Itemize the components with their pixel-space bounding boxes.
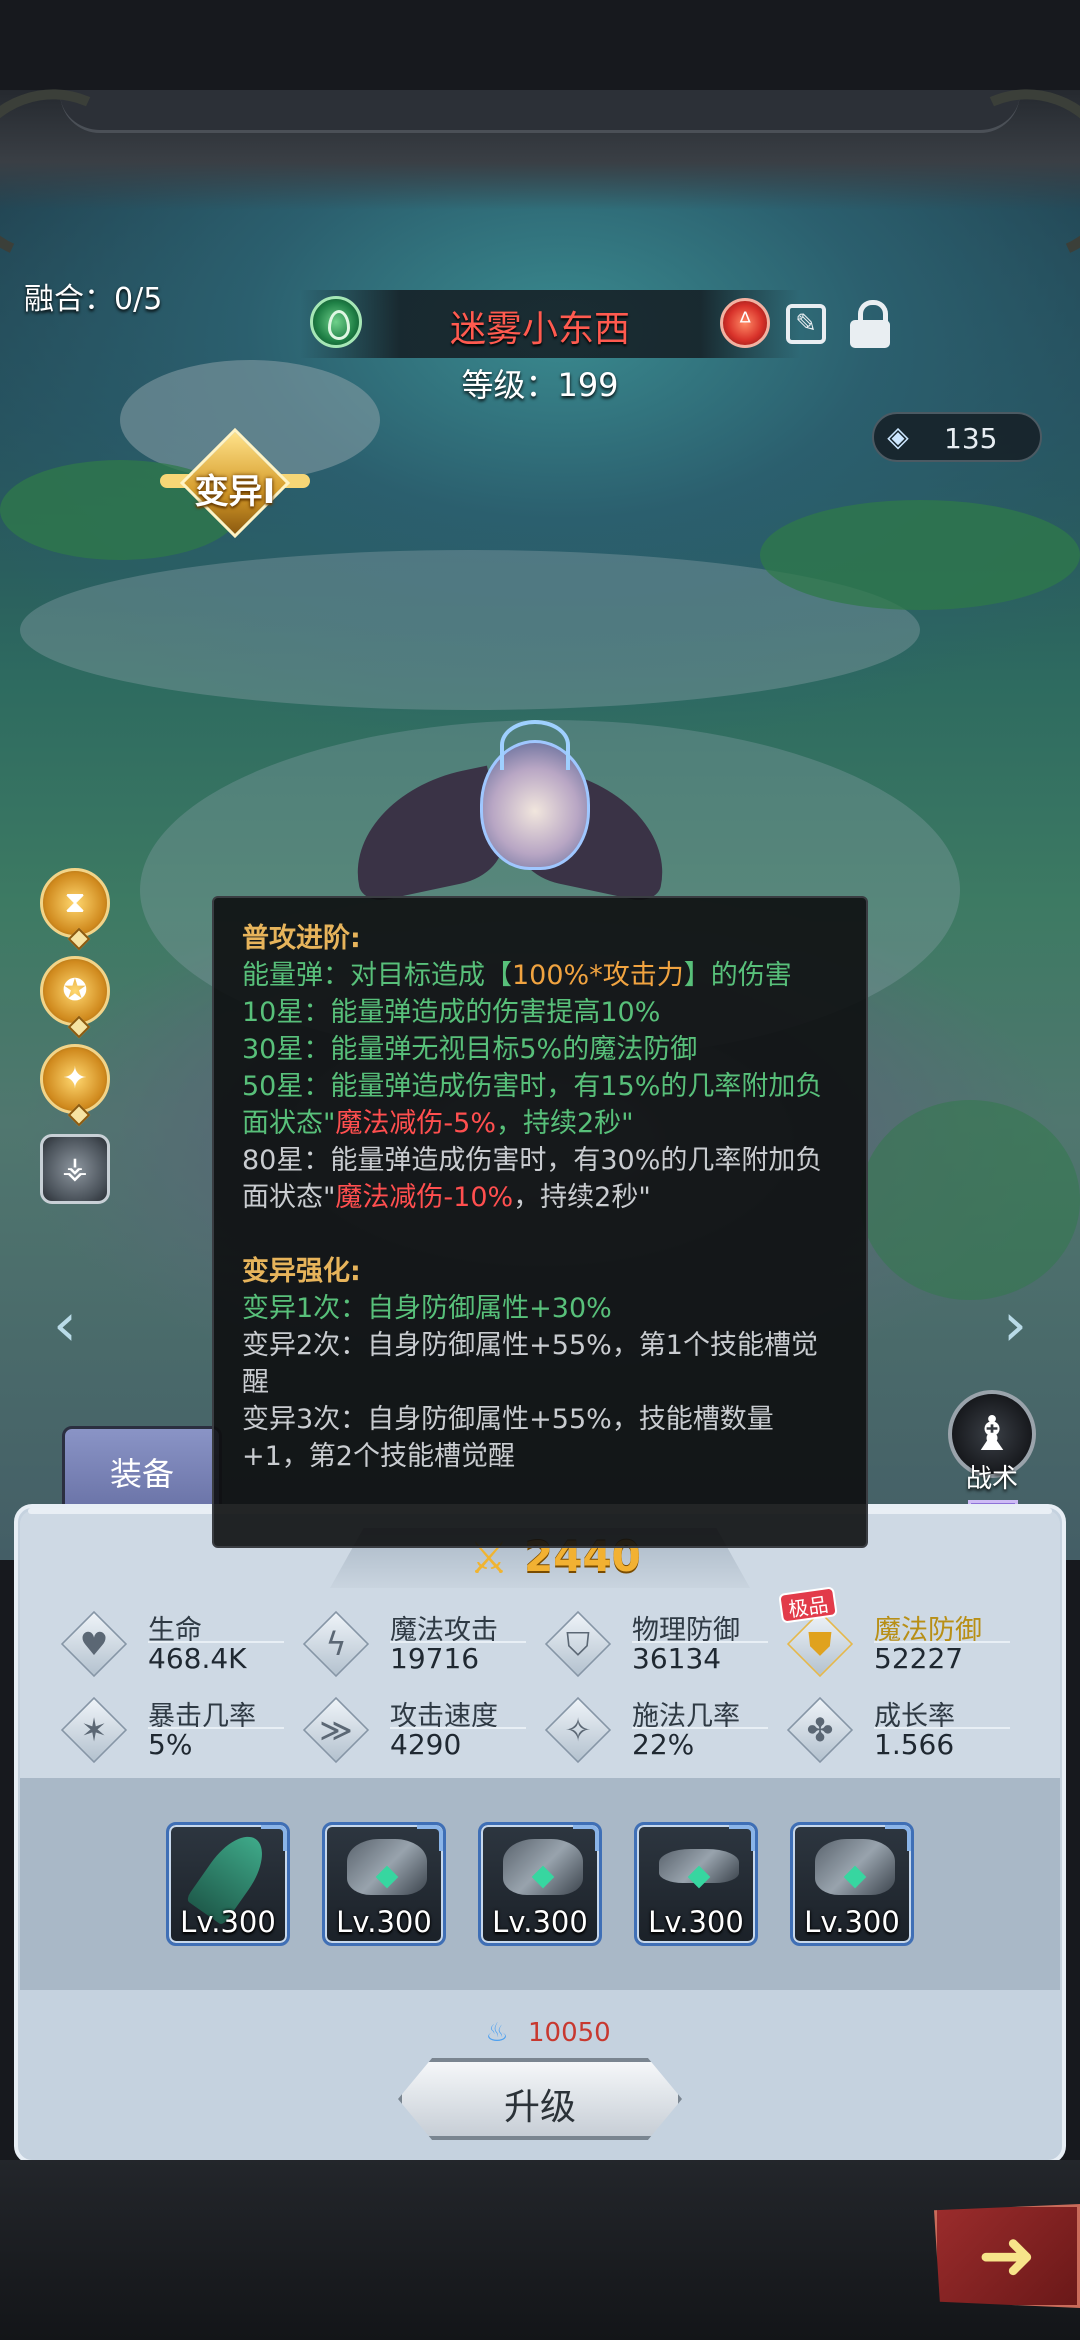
stat-magic-attack[interactable]: ϟ 魔法攻击 19716 — [302, 1608, 546, 1688]
bottom-frame — [0, 2160, 1080, 2340]
critical-icon: ✶ — [80, 1711, 108, 1749]
stat-value: 468.4K — [148, 1642, 247, 1675]
equipment-slot-boots-icon[interactable]: Lv.300 — [790, 1822, 914, 1946]
tooltip-highlight: 魔法减伤-5% — [335, 1108, 496, 1139]
skill-burst-icon[interactable]: ✦ — [40, 1044, 110, 1127]
equipment-slot-necklace-icon[interactable]: Lv.300 — [634, 1822, 758, 1946]
equipment-slot-helmet-icon[interactable]: Lv.300 — [322, 1822, 446, 1946]
tooltip-line: 10星：能量弹造成的伤害提高10% — [242, 997, 661, 1028]
lock-body — [850, 320, 890, 348]
stat-value: 22% — [632, 1728, 695, 1761]
stat-magic-defense[interactable]: ⛊ 魔法防御 52227 — [786, 1608, 1030, 1688]
tooltip-basic-title: 普攻进阶: — [242, 923, 361, 954]
tooltip-line: 80星：能量弹造成伤害时，有30%的几率附加负面状态"魔法减伤-10%，持续2秒… — [242, 1142, 838, 1216]
stat-value: 19716 — [390, 1642, 480, 1675]
stat-value: 36134 — [632, 1642, 722, 1675]
bush — [860, 1100, 1080, 1300]
cast-icon: ✧ — [564, 1711, 592, 1749]
slot-corner — [885, 1825, 911, 1851]
tooltip-spacer — [242, 1216, 838, 1253]
upgrade-label: 升级 — [503, 2087, 576, 2128]
stat-cast-rate[interactable]: ✧ 施法几率 22% — [544, 1694, 788, 1774]
tooltip-line: 30星：能量弹无视目标5%的魔法防御 — [242, 1034, 698, 1065]
hero-level: 等级：199 — [461, 366, 619, 404]
fusion-counter: 融合：0/5 — [24, 282, 163, 317]
next-arrow-icon[interactable]: ➜ — [934, 2204, 1080, 2308]
speed-icon: ≫ — [319, 1711, 353, 1749]
skill-tooltip: 普攻进阶: 能量弹：对目标造成【100%*攻击力】的伤害 10星：能量弹造成的伤… — [212, 896, 868, 1548]
slot-corner — [417, 1825, 443, 1851]
equipment-level: Lv.300 — [336, 1905, 432, 1939]
equipment-tab[interactable]: 装备 — [62, 1426, 222, 1510]
crystal-icon: ◈ — [887, 420, 909, 453]
slot-corner — [729, 1825, 755, 1851]
stat-value: 52227 — [874, 1642, 964, 1675]
edit-icon[interactable]: ✎ — [786, 304, 826, 344]
tooltip-text: 】的伤害 — [683, 960, 792, 991]
hero-name: 迷雾小东西 — [449, 309, 630, 350]
nature-element-icon[interactable] — [310, 296, 362, 348]
stat-value: 4290 — [390, 1728, 462, 1761]
tooltip-text: ，持续2秒" — [496, 1108, 634, 1139]
shield-icon: ⛉ — [565, 1625, 590, 1663]
tooltip-line: 50星：能量弹造成伤害时，有15%的几率附加负面状态"魔法减伤-5%，持续2秒" — [242, 1068, 838, 1142]
stat-hp[interactable]: ♥ 生命 468.4K — [60, 1608, 304, 1688]
previous-hero-arrow-icon[interactable]: ‹ — [40, 1290, 90, 1360]
equipment-level: Lv.300 — [492, 1905, 588, 1939]
tooltip-highlight: 100%*攻击力 — [512, 960, 684, 991]
stat-value: 1.566 — [874, 1728, 955, 1761]
tooltip-highlight: 魔法减伤-10% — [335, 1182, 514, 1213]
stat-growth-rate[interactable]: ✤ 成长率 1.566 — [786, 1694, 1030, 1774]
skill-shield-icon[interactable]: ✪ — [40, 956, 110, 1039]
character-crown — [500, 720, 570, 770]
tooltip-text: 能量弹：对目标造成【 — [242, 960, 512, 991]
lightning-icon: ϟ — [325, 1625, 347, 1663]
equipment-slot-dagger-icon[interactable]: Lv.300 — [166, 1822, 290, 1946]
upgrade-button[interactable]: 升级 — [398, 2058, 682, 2140]
stat-value: 5% — [148, 1728, 193, 1761]
tooltip-line: 能量弹：对目标造成【100%*攻击力】的伤害 — [242, 957, 838, 994]
equipment-level: Lv.300 — [648, 1905, 744, 1939]
stat-attack-speed[interactable]: ≫ 攻击速度 4290 — [302, 1694, 546, 1774]
currency-display[interactable]: ◈ 135 — [872, 412, 1042, 462]
growth-icon: ✤ — [806, 1711, 834, 1749]
tactics-label[interactable]: 战术 — [948, 1458, 1036, 1495]
tooltip-mutation-title: 变异强化: — [242, 1256, 361, 1287]
slot-corner — [261, 1825, 287, 1851]
tooltip-text: ，持续2秒" — [513, 1182, 651, 1213]
stat-crit-rate[interactable]: ✶ 暴击几率 5% — [60, 1694, 304, 1774]
equipment-slot-armor-icon[interactable]: Lv.300 — [478, 1822, 602, 1946]
equipment-tab-label: 装备 — [109, 1455, 174, 1493]
mutation-badge[interactable]: 变异Ⅰ — [160, 427, 310, 540]
next-hero-arrow-icon[interactable]: › — [990, 1290, 1040, 1360]
equipment-level: Lv.300 — [180, 1905, 276, 1939]
unlock-icon[interactable] — [850, 300, 890, 348]
stat-physical-defense[interactable]: ⛉ 物理防御 36134 — [544, 1608, 788, 1688]
upgrade-cost: 10050 — [528, 2018, 611, 2048]
skill-claw-icon[interactable]: ⚶ — [40, 1134, 110, 1204]
equipment-level: Lv.300 — [804, 1905, 900, 1939]
slot-corner — [573, 1825, 599, 1851]
heart-icon: ♥ — [79, 1625, 109, 1663]
top-frame — [0, 90, 1080, 210]
mutation-label: 变异Ⅰ — [194, 472, 276, 512]
tooltip-line: 变异3次：自身防御属性+55%，技能槽数量+1，第2个技能槽觉醒 — [242, 1404, 774, 1472]
skill-hourglass-icon[interactable]: ⧗ — [40, 868, 110, 951]
essence-flame-icon: ♨ — [485, 2018, 509, 2048]
tooltip-line: 变异2次：自身防御属性+55%，第1个技能槽觉醒 — [242, 1330, 818, 1398]
bush — [760, 500, 1080, 610]
currency-value: 135 — [944, 422, 998, 455]
tooltip-line: 变异1次：自身防御属性+30% — [242, 1293, 612, 1324]
fire-element-icon[interactable]: ᐞ — [720, 298, 770, 348]
